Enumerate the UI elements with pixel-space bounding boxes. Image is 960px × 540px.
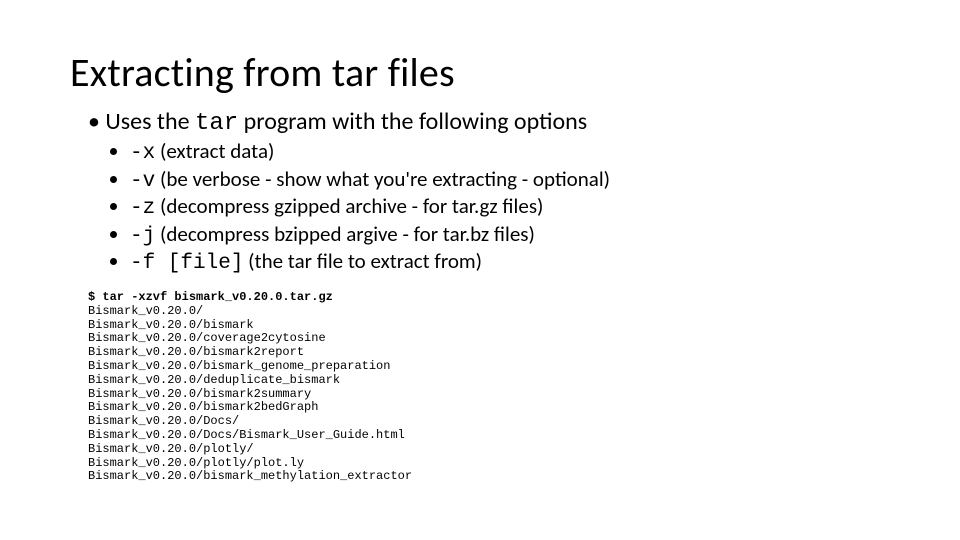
terminal-output: Bismark_v0.20.0/Docs/ <box>88 414 239 428</box>
terminal-output: Bismark_v0.20.0/bismark2bedGraph <box>88 400 318 414</box>
slide-title: Extracting from tar files <box>70 48 890 97</box>
terminal-output: Bismark_v0.20.0/bismark <box>88 318 254 332</box>
terminal-output: Bismark_v0.20.0/coverage2cytosine <box>88 331 326 345</box>
list-item: -z (decompress gzipped archive - for tar… <box>130 194 890 222</box>
terminal-output: Bismark_v0.20.0/bismark2report <box>88 345 304 359</box>
terminal-output: Bismark_v0.20.0/bismark_methylation_extr… <box>88 469 412 483</box>
terminal-output: Bismark_v0.20.0/ <box>88 304 203 318</box>
intro-code: tar <box>195 110 238 137</box>
option-flag: -v <box>130 170 155 193</box>
option-flag: -j <box>130 225 155 248</box>
list-item: -v (be verbose - show what you're extrac… <box>130 167 890 195</box>
slide: Extracting from tar files Uses the tar p… <box>0 0 960 540</box>
option-desc: (extract data) <box>155 138 274 164</box>
list-item: -j (decompress bzipped argive - for tar.… <box>130 222 890 250</box>
terminal-command: $ tar -xzvf bismark_v0.20.0.tar.gz <box>88 290 333 304</box>
intro-pre: Uses the <box>105 107 195 136</box>
option-flag: -f [file] <box>130 252 243 275</box>
terminal-block: $ tar -xzvf bismark_v0.20.0.tar.gz Bisma… <box>88 291 890 484</box>
option-desc: (the tar file to extract from) <box>243 248 482 274</box>
terminal-output: Bismark_v0.20.0/bismark2summary <box>88 387 311 401</box>
option-flag: -z <box>130 197 155 220</box>
option-list: -x (extract data) -v (be verbose - show … <box>130 139 890 277</box>
option-desc: (decompress gzipped archive - for tar.gz… <box>155 193 543 219</box>
intro-post: program with the following options <box>238 107 587 136</box>
list-item: -x (extract data) <box>130 139 890 167</box>
terminal-output: Bismark_v0.20.0/Docs/Bismark_User_Guide.… <box>88 428 405 442</box>
terminal-output: Bismark_v0.20.0/plotly/plot.ly <box>88 456 304 470</box>
terminal-output: Bismark_v0.20.0/bismark_genome_preparati… <box>88 359 390 373</box>
option-desc: (be verbose - show what you're extractin… <box>155 166 610 192</box>
terminal-output: Bismark_v0.20.0/deduplicate_bismark <box>88 373 340 387</box>
option-desc: (decompress bzipped argive - for tar.bz … <box>155 221 535 247</box>
option-flag: -x <box>130 142 155 165</box>
terminal-output: Bismark_v0.20.0/plotly/ <box>88 442 254 456</box>
list-item: -f [file] (the tar file to extract from) <box>130 249 890 277</box>
intro-line: Uses the tar program with the following … <box>88 107 890 137</box>
